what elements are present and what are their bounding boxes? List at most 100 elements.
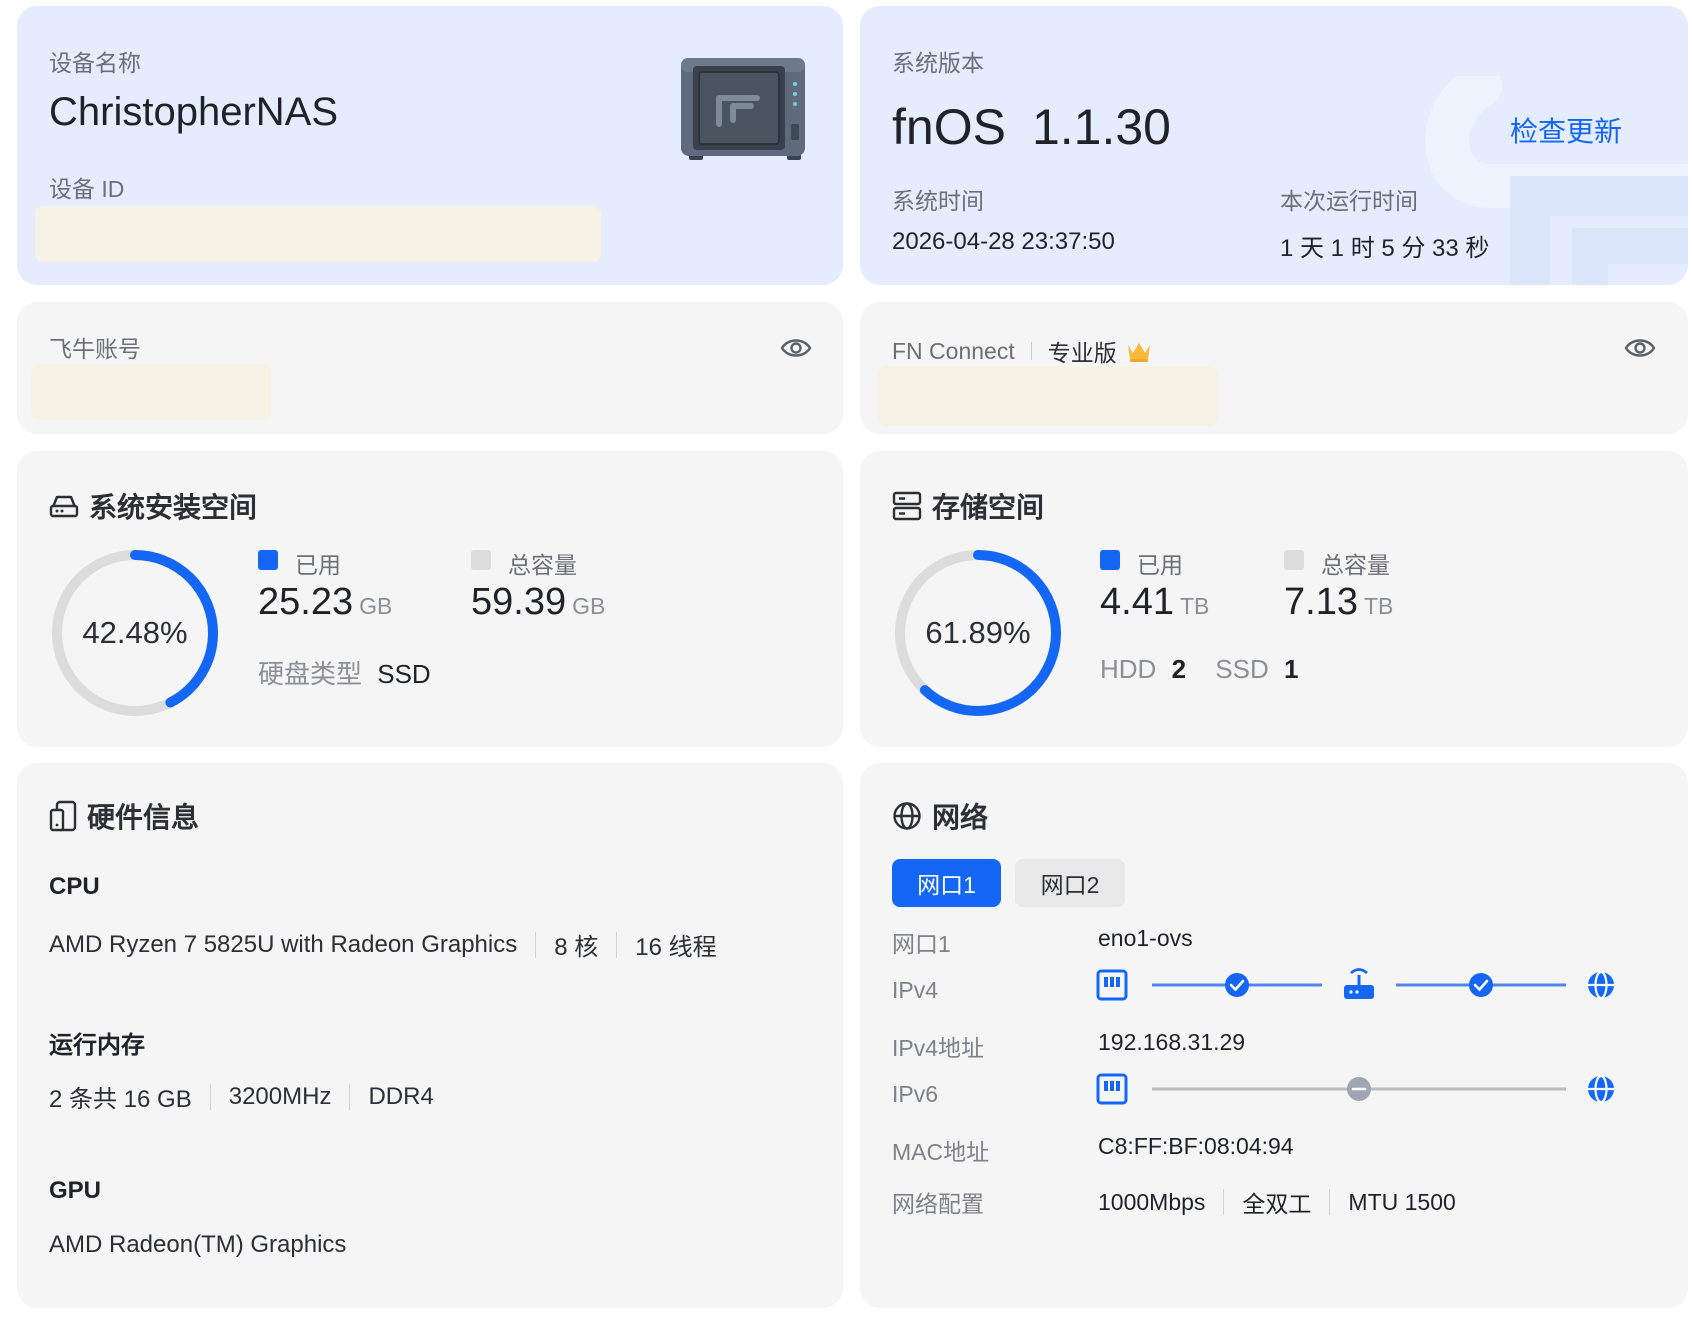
port-value: eno1-ovs [1098,925,1193,951]
link-speed: 1000Mbps [1098,1188,1206,1215]
ram-speed: 3200MHz [228,1082,332,1110]
total-legend-swatch [1284,550,1304,570]
mtu: MTU 1500 [1348,1188,1456,1215]
system-time-label: 系统时间 [892,188,984,214]
cpu-info: AMD Ryzen 7 5825U with Radeon Graphics 8… [49,927,717,962]
storage-title: 存储空间 [892,486,1044,526]
system-space-card: 系统安装空间 42.48% 已用 25.23 GB 总容量 59.39 GB 硬… [17,451,843,747]
used-unit: TB [1179,593,1210,619]
tab-port-2[interactable]: 网口2 [1015,859,1125,907]
divider [616,931,618,958]
ipv6-status [1096,1073,1614,1105]
total-value: 7.13 TB [1284,581,1393,624]
nas-port-icon [1096,969,1128,1001]
ipv4-label: IPv4 [892,977,939,1003]
section-title-text: 网络 [932,802,989,833]
ram-info: 2 条共 16 GB 3200MHz DDR4 [49,1079,434,1114]
cpu-model: AMD Ryzen 7 5825U with Radeon Graphics [49,930,518,958]
port-label: 网口1 [892,931,951,957]
disk-type-label: 硬盘类型 [258,659,363,689]
used-unit: GB [359,593,393,619]
hdd-label: HDD [1100,654,1157,684]
divider [1030,342,1032,360]
uptime: 1 天 1 时 5 分 33 秒 [1280,235,1490,262]
system-space-percent: 42.48% [82,615,188,650]
hard-drive-icon [49,495,79,518]
ipv6-label: IPv6 [892,1081,939,1107]
divider [1329,1189,1331,1215]
total-value: 59.39 GB [471,581,605,624]
used-value: 25.23 GB [258,581,392,624]
disk-type-value: SSD [377,659,431,689]
total-label: 总容量 [508,552,577,578]
device-id-redacted [35,206,601,262]
device-id-label: 设备 ID [49,176,125,202]
divider [209,1083,211,1110]
server-icon [892,491,922,521]
account-card: 飞牛账号 [17,302,843,434]
router-icon [1344,968,1374,999]
gpu-model: AMD Radeon(TM) Graphics [49,1231,347,1258]
check-icon [1469,973,1493,997]
cpu-threads: 16 线程 [635,934,717,961]
used-number: 4.41 [1100,581,1174,623]
network-title: 网络 [892,796,988,836]
total-label: 总容量 [1321,552,1390,578]
used-label: 已用 [295,552,341,578]
system-version: fnOS 1.1.30 [892,98,1171,156]
minus-icon [1347,1077,1371,1101]
crown-icon [1127,343,1150,362]
globe-icon [893,802,921,830]
gpu-info: AMD Radeon(TM) Graphics [49,1231,346,1259]
used-number: 25.23 [258,581,354,623]
account-redacted [31,364,271,420]
nas-device-icon [681,58,805,160]
uptime-label: 本次运行时间 [1280,188,1418,214]
fn-connect-card: FN Connect 专业版 [860,302,1688,434]
divider [1223,1189,1225,1215]
ipv4-status [1096,968,1614,1001]
os-name: fnOS [892,99,1006,155]
cpu-label: CPU [49,873,100,900]
eye-icon[interactable] [1624,336,1656,360]
device-name-label: 设备名称 [49,50,141,76]
tab-port-1[interactable]: 网口1 [892,859,1001,907]
device-name: ChristopherNAS [49,90,339,134]
used-legend-swatch [258,550,278,570]
hdd-count: 2 [1171,654,1187,684]
mac-value: C8:FF:BF:08:04:94 [1098,1133,1294,1159]
globe-icon [1588,970,1614,1000]
ssd-label: SSD [1215,654,1269,684]
used-legend-swatch [1100,550,1120,570]
ipv4-addr: 192.168.31.29 [1098,1029,1246,1055]
mac-label: MAC地址 [892,1139,990,1165]
gpu-label: GPU [49,1177,102,1204]
check-update-link[interactable]: 检查更新 [1510,110,1622,150]
ram-type: DDR4 [368,1082,434,1110]
divider [349,1083,351,1110]
cpu-cores: 8 核 [554,934,599,961]
fn-connect-redacted [878,366,1218,426]
nas-port-icon [1096,1073,1128,1105]
config-label: 网络配置 [892,1191,984,1217]
os-version: 1.1.30 [1031,99,1171,155]
disk-type: 硬盘类型 SSD [258,654,431,691]
used-label: 已用 [1137,552,1183,578]
hardware-card: 硬件信息 CPU AMD Ryzen 7 5825U with Radeon G… [17,763,843,1308]
total-number: 59.39 [471,581,567,623]
eye-icon[interactable] [780,336,812,360]
network-card: 网络 网口1 网口2 网口1 eno1-ovs IPv4 IPv4地址 192.… [860,763,1688,1308]
section-title-text: 硬件信息 [87,802,200,833]
system-space-title: 系统安装空间 [49,486,257,526]
fn-connect-edition: 专业版 [1047,340,1117,366]
storage-percent: 61.89% [925,615,1031,650]
config-value: 1000Mbps 全双工 MTU 1500 [1098,1185,1456,1219]
duplex: 全双工 [1242,1191,1312,1217]
device-icon [49,800,77,832]
hardware-title: 硬件信息 [49,796,199,836]
ipv4-addr-label: IPv4地址 [892,1035,985,1061]
section-title-text: 系统安装空间 [89,492,258,523]
used-value: 4.41 TB [1100,581,1209,624]
total-legend-swatch [471,550,491,570]
version-label: 系统版本 [892,50,984,76]
